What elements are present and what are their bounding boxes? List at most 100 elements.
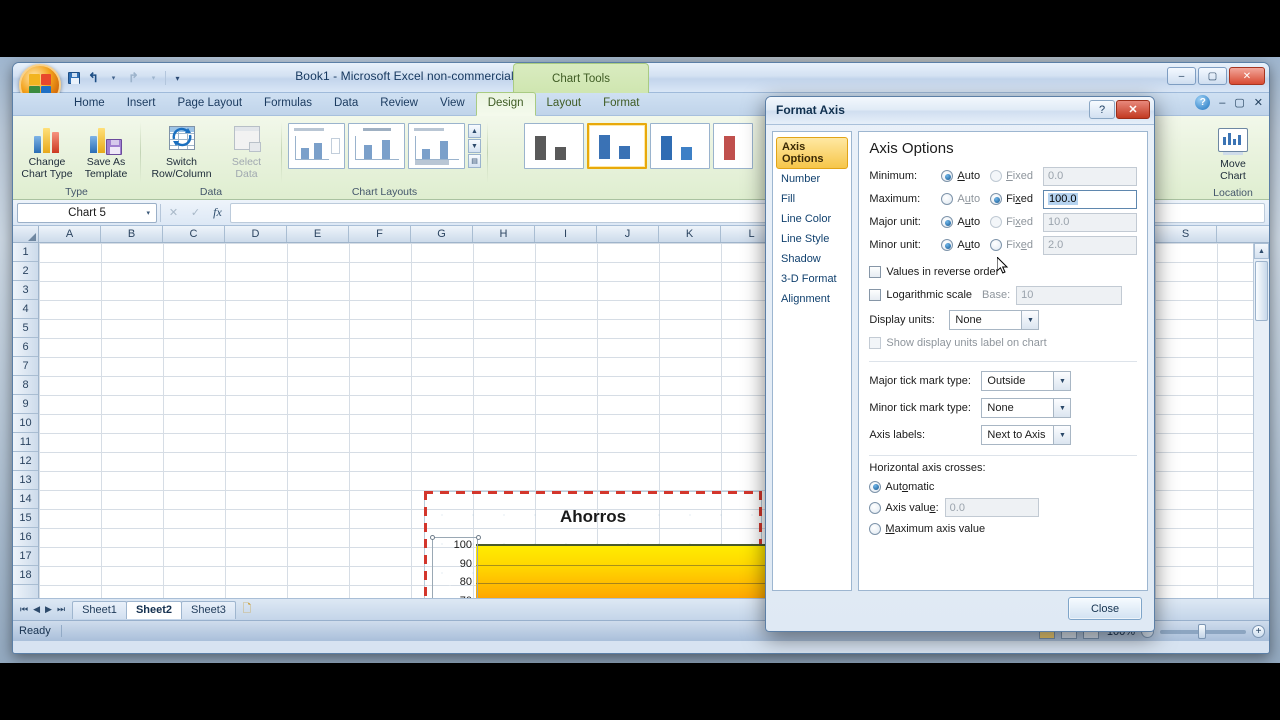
tab-formulas[interactable]: Formulas [253,93,323,115]
column-header-H[interactable]: H [473,226,535,242]
row-header-8[interactable]: 8 [13,376,38,395]
sheet-tab-sheet1[interactable]: Sheet1 [72,600,127,619]
column-header-G[interactable]: G [411,226,473,242]
chart-title[interactable]: Ahorros [424,507,762,527]
scroll-up-icon[interactable]: ▲ [1254,243,1269,259]
radio-crosses-maximum[interactable] [869,522,882,535]
chevron-down-icon[interactable]: ▼ [1053,426,1071,444]
dialog-help-button[interactable]: ? [1089,100,1115,119]
column-header-A[interactable]: A [39,226,101,242]
gallery-scroll-down-icon[interactable]: ▼ [468,139,481,153]
column-header-F[interactable]: F [349,226,411,242]
close-button[interactable]: ✕ [1229,67,1265,85]
input-crosses-axis-value[interactable]: 0.0 [944,498,1039,517]
zoom-slider[interactable] [1160,623,1246,639]
input-log-base[interactable]: 10 [1016,285,1123,305]
input-major-unit-value[interactable]: 10.0 [1043,212,1137,232]
dialog-close-action-button[interactable]: Close [1068,597,1142,620]
chart-style-gallery[interactable] [523,119,753,169]
row-header-18[interactable]: 18 [13,566,38,585]
minimize-ribbon-button[interactable]: – [1219,97,1225,109]
value-axis[interactable]: 1009080706050403020100 [434,539,476,598]
tab-insert[interactable]: Insert [116,93,167,115]
nav-item-line-color[interactable]: Line Color [773,209,851,229]
tab-design[interactable]: Design [475,92,536,116]
row-header-1[interactable]: 1 [13,243,38,262]
radio-crosses-automatic[interactable] [869,480,882,493]
tab-review[interactable]: Review [369,93,429,115]
gallery-scroll-up-icon[interactable]: ▲ [468,124,481,138]
sheet-tab-sheet3[interactable]: Sheet3 [181,600,236,619]
input-maximum-value[interactable]: 100.0 [1043,189,1137,209]
row-header-16[interactable]: 16 [13,528,38,547]
restore-window-button[interactable]: ▢ [1234,96,1244,109]
row-header-2[interactable]: 2 [13,262,38,281]
tab-format[interactable]: Format [592,93,650,115]
checkbox-logarithmic[interactable] [869,289,882,301]
chart-layout-option[interactable] [348,123,405,169]
column-header-B[interactable]: B [101,226,163,242]
name-box[interactable]: Chart 5 ▾ [17,202,157,223]
radio-maximum-auto[interactable] [941,193,954,205]
radio-minor-unit-auto[interactable] [941,239,954,251]
row-header-14[interactable]: 14 [13,490,38,509]
row-header-3[interactable]: 3 [13,281,38,300]
vertical-scrollbar[interactable]: ▲ [1253,243,1269,598]
radio-minimum-auto[interactable] [941,170,954,182]
nav-item-axis-options[interactable]: Axis Options [776,137,849,169]
chart-layout-gallery[interactable]: ▲ ▼ ▤ [288,119,481,169]
radio-crosses-axis-value[interactable] [869,501,882,514]
column-header-K[interactable]: K [659,226,721,242]
chart-style-option[interactable] [523,123,584,169]
nav-item-line-style[interactable]: Line Style [773,229,851,249]
chart-style-option-selected[interactable] [586,123,647,169]
next-sheet-icon[interactable]: ▶ [45,604,52,615]
row-header-15[interactable]: 15 [13,509,38,528]
select-display-units[interactable]: None ▼ [949,310,1040,330]
row-header-9[interactable]: 9 [13,395,38,414]
sheet-tab-sheet2[interactable]: Sheet2 [125,600,183,619]
chevron-down-icon[interactable]: ▼ [1053,399,1071,417]
nav-item-number[interactable]: Number [773,169,851,189]
chevron-down-icon[interactable]: ▼ [1053,372,1071,390]
nav-item-3d-format[interactable]: 3-D Format [773,269,851,289]
column-header-J[interactable]: J [597,226,659,242]
insert-function-icon[interactable]: fx [208,203,227,222]
last-sheet-icon[interactable]: ⏭ [57,604,65,615]
gallery-more-icon[interactable]: ▤ [468,154,481,168]
tab-view[interactable]: View [429,93,476,115]
tab-data[interactable]: Data [323,93,369,115]
column-header-I[interactable]: I [535,226,597,242]
chart-style-option[interactable] [712,123,753,169]
column-header-C[interactable]: C [163,226,225,242]
radio-minimum-fixed[interactable] [990,170,1003,182]
nav-item-alignment[interactable]: Alignment [773,289,851,309]
chevron-down-icon[interactable]: ▼ [1021,311,1039,329]
row-header-4[interactable]: 4 [13,300,38,319]
radio-maximum-fixed[interactable] [990,193,1003,205]
help-icon[interactable]: ? [1195,95,1211,110]
row-header-13[interactable]: 13 [13,471,38,490]
insert-worksheet-icon[interactable]: 🗋 [237,600,257,619]
chart-object[interactable]: Ahorros 100 90 80 [424,491,876,598]
select-minor-tick[interactable]: None ▼ [981,398,1072,418]
row-header-10[interactable]: 10 [13,414,38,433]
axis-handle-tr[interactable] [476,535,481,540]
chevron-down-icon[interactable]: ▾ [146,209,150,217]
select-all-button[interactable] [13,226,39,243]
column-header-S[interactable]: S [1155,226,1217,242]
row-header-17[interactable]: 17 [13,547,38,566]
select-axis-labels[interactable]: Next to Axis ▼ [981,425,1072,445]
switch-row-column-button[interactable]: Switch Row/Column [148,121,216,182]
row-header-7[interactable]: 7 [13,357,38,376]
zoom-in-button[interactable]: + [1252,625,1265,638]
column-header-E[interactable]: E [287,226,349,242]
save-as-template-button[interactable]: Save As Template [78,121,134,182]
input-minimum-value[interactable]: 0.0 [1042,166,1137,186]
prev-sheet-icon[interactable]: ◀ [33,604,40,615]
maximize-button[interactable]: ▢ [1198,67,1227,85]
chart-style-option[interactable] [649,123,710,169]
input-minor-unit-value[interactable]: 2.0 [1043,235,1137,255]
chart-layout-option[interactable] [408,123,465,169]
tab-home[interactable]: Home [63,93,116,115]
